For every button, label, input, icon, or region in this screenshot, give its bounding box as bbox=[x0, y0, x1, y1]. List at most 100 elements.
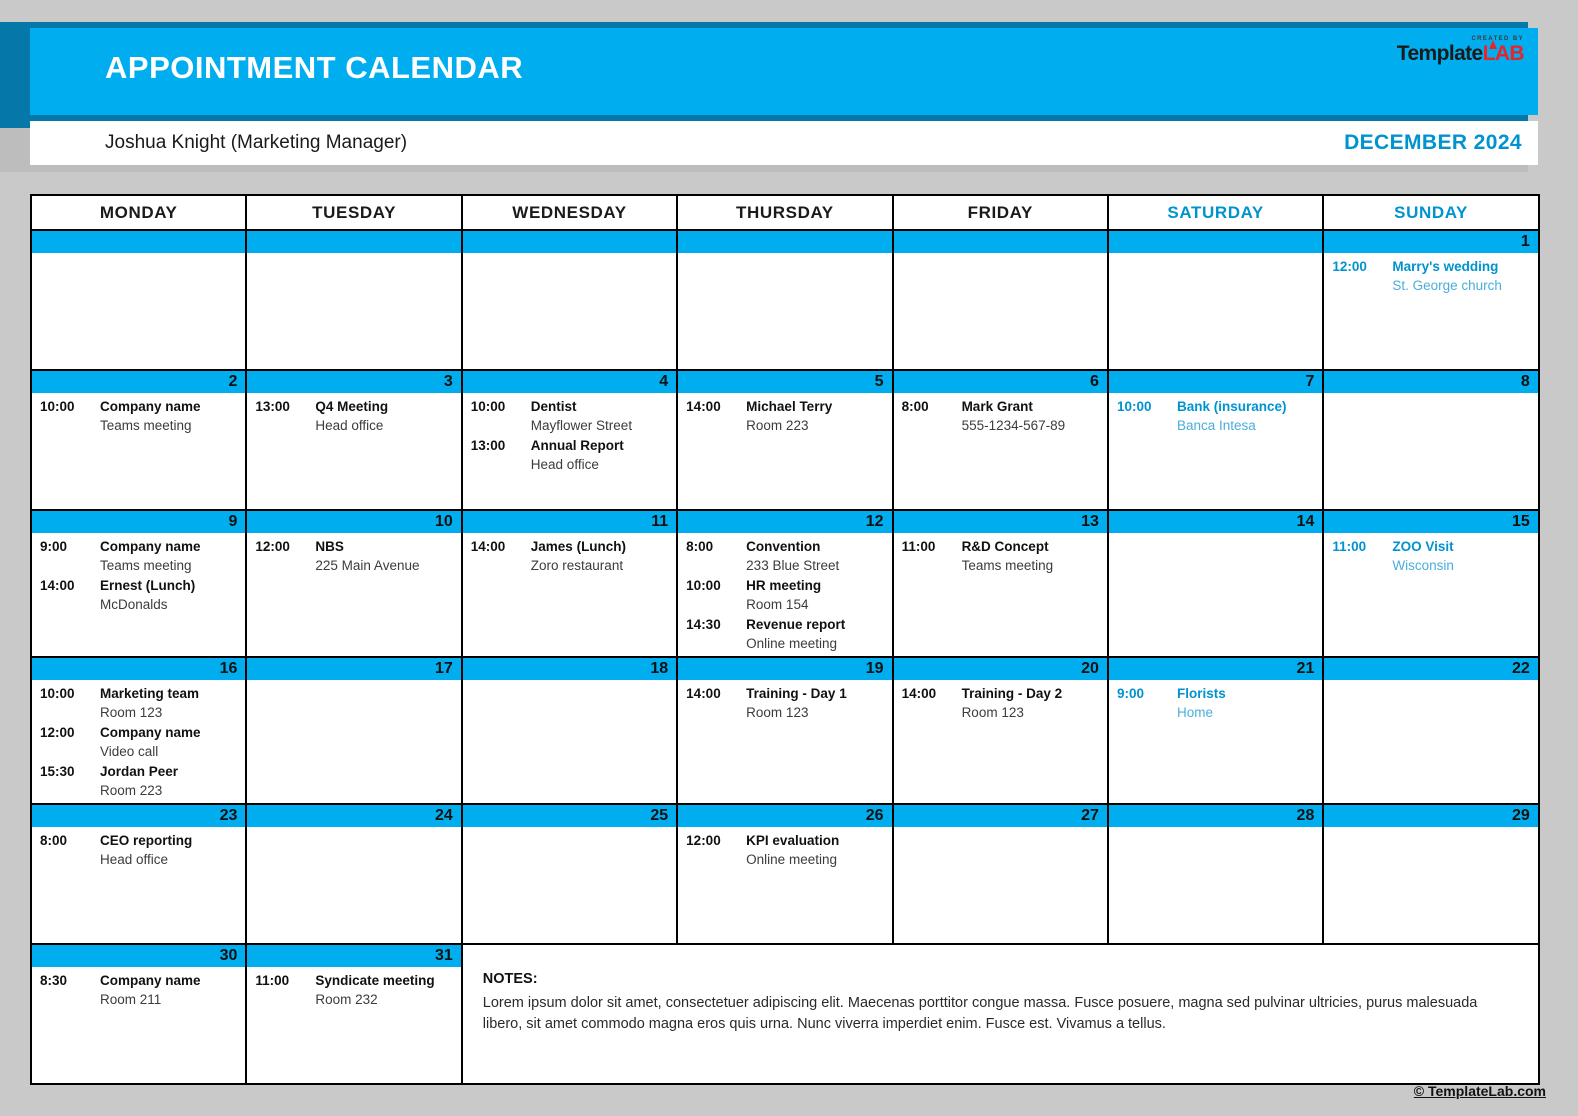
appointment-entry[interactable]: 13:00 Annual Report Head office bbox=[469, 436, 670, 474]
day-cell-21[interactable]: 21 9:00 Florists Home bbox=[1106, 657, 1325, 805]
appointment-body: HR meeting Room 154 bbox=[746, 576, 885, 614]
day-cell-26[interactable]: 26 12:00 KPI evaluation Online meeting bbox=[676, 804, 894, 945]
month-label: DECEMBER 2024 bbox=[1344, 131, 1522, 154]
appointment-entry[interactable]: 9:00 Florists Home bbox=[1115, 684, 1316, 722]
day-cell-16[interactable]: 16 10:00 Marketing team Room 123 12:00 Compan… bbox=[29, 657, 248, 805]
appointment-entry[interactable]: 14:00 Training - Day 2 Room 123 bbox=[900, 684, 1101, 722]
day-cell-empty[interactable] bbox=[676, 230, 894, 371]
day-cell-11[interactable]: 11 14:00 James (Lunch) Zoro restaurant bbox=[460, 510, 679, 658]
day-cell-19[interactable]: 19 14:00 Training - Day 1 Room 123 bbox=[676, 657, 894, 805]
appointment-entry[interactable]: 8:00 Mark Grant 555-1234-567-89 bbox=[900, 397, 1101, 435]
appointment-entry[interactable]: 10:00 Dentist Mayflower Street bbox=[469, 397, 670, 435]
day-cell-8[interactable]: 8 bbox=[1322, 370, 1540, 511]
day-cell-9[interactable]: 9 9:00 Company name Teams meeting 14:00 Ernes… bbox=[29, 510, 248, 658]
day-cell-empty[interactable] bbox=[891, 230, 1109, 371]
appointment-entry[interactable]: 8:30 Company name Room 211 bbox=[38, 971, 239, 1009]
event-list bbox=[247, 253, 460, 259]
day-cell-28[interactable]: 28 bbox=[1106, 804, 1325, 945]
day-cell-2[interactable]: 2 10:00 Company name Teams meeting bbox=[29, 370, 248, 511]
appointment-entry[interactable]: 8:00 CEO reporting Head office bbox=[38, 831, 239, 869]
appointment-entry[interactable]: 10:00 Marketing team Room 123 bbox=[38, 684, 239, 722]
appointment-entry[interactable]: 14:00 James (Lunch) Zoro restaurant bbox=[469, 537, 670, 575]
appointment-location: Room 223 bbox=[746, 418, 809, 433]
day-number: 16 bbox=[32, 658, 246, 680]
day-cell-27[interactable]: 27 bbox=[891, 804, 1109, 945]
day-cell-empty[interactable] bbox=[460, 230, 679, 371]
day-cell-30[interactable]: 30 8:30 Company name Room 211 bbox=[29, 944, 248, 1085]
appointment-entry[interactable]: 12:00 KPI evaluation Online meeting bbox=[684, 831, 885, 869]
appointment-body: James (Lunch) Zoro restaurant bbox=[531, 537, 670, 575]
day-cell-10[interactable]: 10 12:00 NBS 225 Main Avenue bbox=[245, 510, 463, 658]
appointment-location: Video call bbox=[100, 744, 159, 759]
day-number: 28 bbox=[1108, 805, 1323, 827]
day-cell-22[interactable]: 22 bbox=[1322, 657, 1540, 805]
day-cell-24[interactable]: 24 bbox=[245, 804, 463, 945]
day-number: 18 bbox=[462, 658, 677, 680]
event-list bbox=[463, 827, 676, 833]
appointment-location: Room 123 bbox=[746, 705, 809, 720]
appointment-entry[interactable]: 14:00 Training - Day 1 Room 123 bbox=[684, 684, 885, 722]
day-cell-empty[interactable] bbox=[245, 230, 463, 371]
day-cell-31[interactable]: 31 11:00 Syndicate meeting Room 232 bbox=[245, 944, 463, 1085]
day-cell-7[interactable]: 7 10:00 Bank (insurance) Banca Intesa bbox=[1106, 370, 1325, 511]
day-cell-6[interactable]: 6 8:00 Mark Grant 555-1234-567-89 bbox=[891, 370, 1109, 511]
notes-cell[interactable]: NOTES: Lorem ipsum dolor sit amet, consec… bbox=[460, 944, 1540, 1085]
day-cell-4[interactable]: 4 10:00 Dentist Mayflower Street 13:00 Annual… bbox=[460, 370, 679, 511]
appointment-location: 555-1234-567-89 bbox=[961, 418, 1066, 433]
day-cell-1[interactable]: 1 12:00 Marry's wedding St. George church bbox=[1322, 230, 1540, 371]
appointment-entry[interactable]: 10:00 HR meeting Room 154 bbox=[684, 576, 885, 614]
day-cell-empty[interactable] bbox=[29, 230, 248, 371]
day-cell-3[interactable]: 3 13:00 Q4 Meeting Head office bbox=[245, 370, 463, 511]
event-list: 10:00 Marketing team Room 123 12:00 Company … bbox=[32, 680, 245, 803]
event-list: 12:00 KPI evaluation Online meeting bbox=[678, 827, 891, 872]
appointment-entry[interactable]: 11:00 ZOO Visit Wisconsin bbox=[1330, 537, 1531, 575]
day-number: 17 bbox=[247, 658, 461, 680]
appointment-entry[interactable]: 9:00 Company name Teams meeting bbox=[38, 537, 239, 575]
event-list: 12:00 Marry's wedding St. George church bbox=[1324, 253, 1537, 298]
day-cell-15[interactable]: 15 11:00 ZOO Visit Wisconsin bbox=[1322, 510, 1540, 658]
event-list: 10:00 Company name Teams meeting bbox=[32, 393, 245, 438]
day-cell-23[interactable]: 23 8:00 CEO reporting Head office bbox=[29, 804, 248, 945]
appointment-title: HR meeting bbox=[746, 578, 822, 593]
day-cell-20[interactable]: 20 14:00 Training - Day 2 Room 123 bbox=[891, 657, 1109, 805]
appointment-entry[interactable]: 14:00 Michael Terry Room 223 bbox=[684, 397, 885, 435]
day-cell-13[interactable]: 13 11:00 R&D Concept Teams meeting bbox=[891, 510, 1109, 658]
day-number: 27 bbox=[893, 805, 1107, 827]
appointment-entry[interactable]: 12:00 Company name Video call bbox=[38, 723, 239, 761]
appointment-entry[interactable]: 10:00 Company name Teams meeting bbox=[38, 397, 239, 435]
appointment-entry[interactable]: 8:00 Convention 233 Blue Street bbox=[684, 537, 885, 575]
appointment-title: CEO reporting bbox=[100, 833, 193, 848]
appointment-entry[interactable]: 11:00 R&D Concept Teams meeting bbox=[900, 537, 1101, 575]
appointment-time: 8:00 bbox=[686, 539, 714, 554]
appointment-location: Room 154 bbox=[746, 597, 809, 612]
event-list bbox=[247, 680, 460, 686]
day-cell-12[interactable]: 12 8:00 Convention 233 Blue Street 10:00 HR m… bbox=[676, 510, 894, 658]
appointment-entry[interactable]: 13:00 Q4 Meeting Head office bbox=[253, 397, 454, 435]
app-banner: APPOINTMENT CALENDAR CREATED BY Template… bbox=[30, 28, 1538, 115]
appointment-entry[interactable]: 12:00 NBS 225 Main Avenue bbox=[253, 537, 454, 575]
event-list: 14:00 James (Lunch) Zoro restaurant bbox=[463, 533, 676, 578]
day-cell-29[interactable]: 29 bbox=[1322, 804, 1540, 945]
appointment-entry[interactable]: 14:00 Ernest (Lunch) McDonalds bbox=[38, 576, 239, 614]
appointment-title: NBS bbox=[315, 539, 344, 554]
day-cell-18[interactable]: 18 bbox=[460, 657, 679, 805]
day-number: 4 bbox=[462, 371, 677, 393]
appointment-entry[interactable]: 15:30 Jordan Peer Room 223 bbox=[38, 762, 239, 800]
day-cell-empty[interactable] bbox=[1106, 230, 1325, 371]
day-cell-14[interactable]: 14 bbox=[1106, 510, 1325, 658]
appointment-time: 11:00 bbox=[255, 973, 290, 988]
appointment-body: Training - Day 1 Room 123 bbox=[746, 684, 885, 722]
appointment-time: 11:00 bbox=[1332, 539, 1367, 554]
appointment-entry[interactable]: 14:30 Revenue report Online meeting bbox=[684, 615, 885, 653]
appointment-entry[interactable]: 11:00 Syndicate meeting Room 232 bbox=[253, 971, 454, 1009]
day-number: 7 bbox=[1108, 371, 1323, 393]
day-cell-25[interactable]: 25 bbox=[460, 804, 679, 945]
appointment-entry[interactable]: 12:00 Marry's wedding St. George church bbox=[1330, 257, 1531, 295]
day-cell-5[interactable]: 5 14:00 Michael Terry Room 223 bbox=[676, 370, 894, 511]
appointment-body: KPI evaluation Online meeting bbox=[746, 831, 885, 869]
day-cell-17[interactable]: 17 bbox=[245, 657, 463, 805]
appointment-location: Room 123 bbox=[100, 705, 163, 720]
appointment-entry[interactable]: 10:00 Bank (insurance) Banca Intesa bbox=[1115, 397, 1316, 435]
appointment-title: Dentist bbox=[530, 399, 577, 414]
appointment-title: Marketing team bbox=[100, 686, 200, 701]
